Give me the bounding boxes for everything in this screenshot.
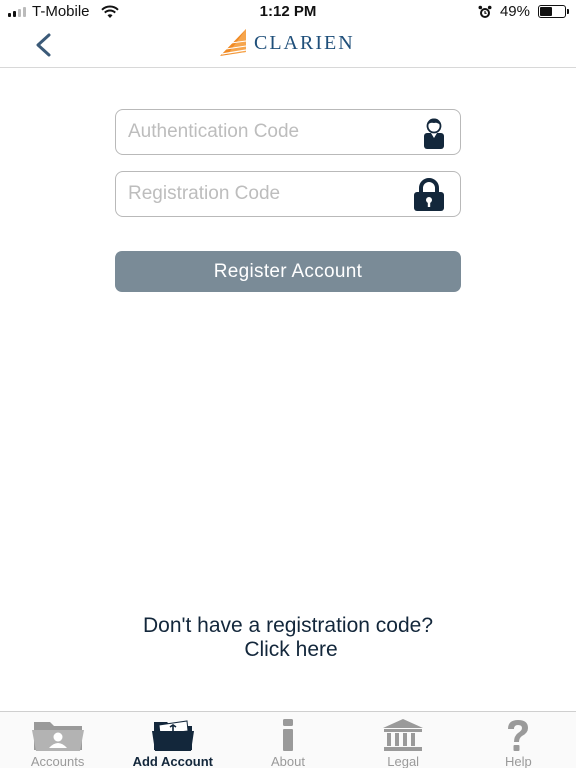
status-bar: T-Mobile 1:12 PM 49%: [0, 0, 576, 22]
tab-label: About: [270, 754, 305, 768]
tab-help[interactable]: Help: [461, 712, 576, 768]
lock-icon: [414, 178, 444, 211]
tab-about[interactable]: About: [230, 712, 345, 768]
registration-help: Don't have a registration code? Click he…: [0, 614, 576, 662]
tab-label: Help: [504, 754, 532, 768]
tab-bar: Accounts Add Account About Legal Help: [0, 711, 576, 768]
tab-label: Add Account: [132, 754, 213, 768]
nav-bar: CLARIEN: [0, 22, 576, 68]
courthouse-icon: [383, 719, 424, 751]
brand-logo: CLARIEN: [216, 28, 355, 58]
add-account-folder-icon: [151, 720, 194, 751]
authentication-code-field[interactable]: [115, 109, 461, 155]
help-question: Don't have a registration code?: [142, 614, 434, 637]
register-account-button[interactable]: Register Account: [115, 251, 461, 292]
registration-code-input[interactable]: [128, 172, 408, 216]
screen: T-Mobile 1:12 PM 49% CLARIEN Authenticat…: [0, 0, 576, 768]
tab-label: Accounts: [30, 754, 85, 768]
question-mark-icon: [508, 720, 529, 751]
brand-name: CLARIEN: [254, 31, 355, 54]
clarien-sail-logo-icon: [220, 29, 247, 56]
status-right: 49%: [478, 3, 569, 20]
registration-code-field[interactable]: [115, 171, 461, 217]
tab-legal[interactable]: Legal: [346, 712, 461, 768]
back-button[interactable]: [26, 28, 60, 62]
user-icon: [424, 118, 444, 149]
battery-percent: 49%: [499, 3, 530, 20]
authentication-code-input[interactable]: [128, 110, 408, 154]
tab-add-account[interactable]: Add Account: [115, 712, 230, 768]
click-here-link[interactable]: Click here: [0, 638, 576, 662]
battery-icon: [538, 5, 569, 18]
accounts-folder-icon: [31, 722, 84, 751]
tab-accounts[interactable]: Accounts: [0, 712, 115, 768]
tab-label: Legal: [387, 754, 420, 768]
alarm-clock-icon: [478, 5, 492, 18]
battery-level: [540, 7, 552, 16]
info-icon: [282, 719, 293, 751]
chevron-left-icon: [36, 33, 51, 57]
